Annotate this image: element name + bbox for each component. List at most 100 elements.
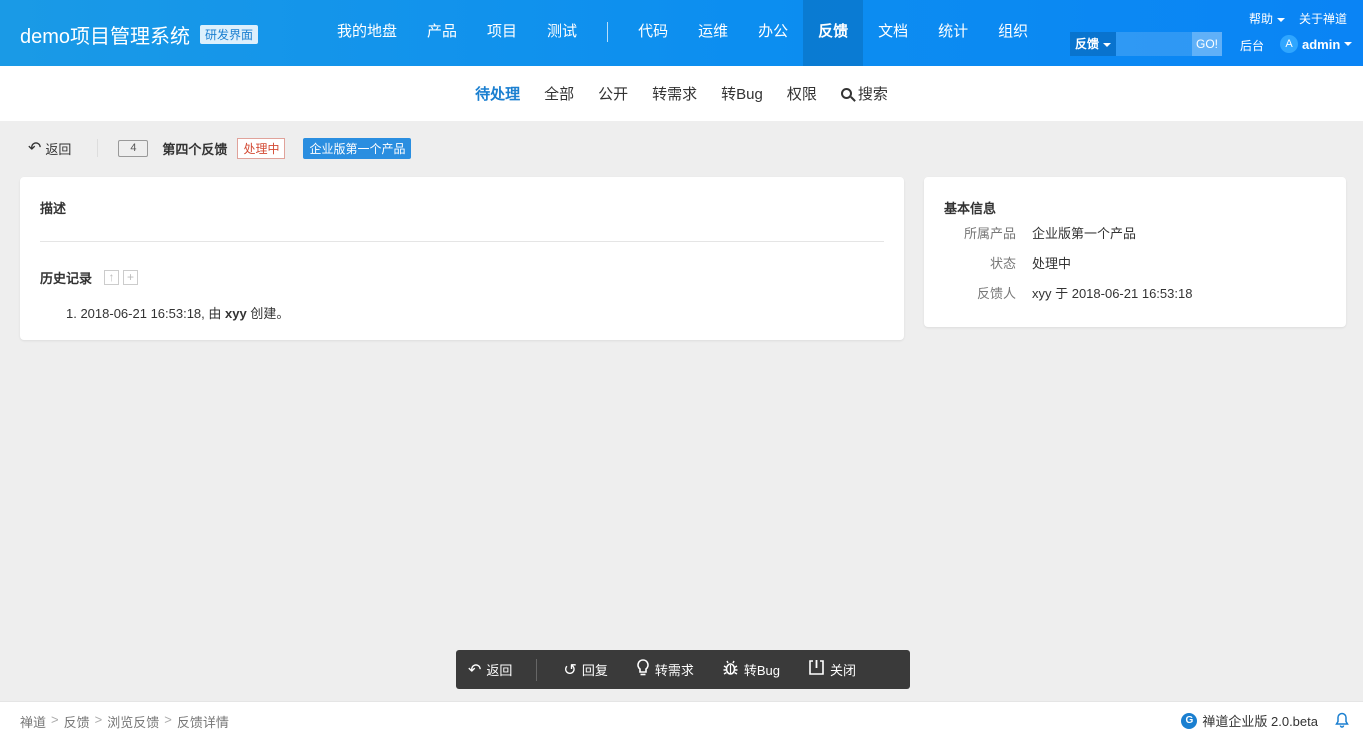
back-button[interactable]: ↶ 返回 bbox=[20, 138, 79, 158]
action-reply-label: 回复 bbox=[581, 663, 608, 678]
search-type-select[interactable]: 反馈 bbox=[1070, 32, 1116, 56]
breadcrumb-separator: > bbox=[164, 712, 172, 727]
info-value: 企业版第一个产品 bbox=[1032, 226, 1137, 241]
bug-icon bbox=[722, 659, 739, 681]
global-search: 反馈 GO! bbox=[1070, 32, 1222, 56]
info-row-submitter: 反馈人 xyy 于 2018-06-21 16:53:18 bbox=[944, 283, 1192, 302]
action-back-label: 返回 bbox=[486, 663, 513, 678]
footer: 禅道 > 反馈 > 浏览反馈 > 反馈详情 G 禅道企业版 2.0.beta bbox=[0, 701, 1363, 737]
top-links: 帮助 关于禅道 bbox=[1221, 10, 1347, 27]
action-to-story-label: 转需求 bbox=[654, 663, 694, 678]
main-panel: 描述 历史记录 ↑ + 1. 2018-06-21 16:53:18, 由 xy… bbox=[20, 177, 904, 340]
brand[interactable]: demo项目管理系统 研发界面 bbox=[20, 20, 259, 49]
info-label: 所属产品 bbox=[963, 226, 1016, 241]
subnav-to-story[interactable]: 转需求 bbox=[652, 83, 697, 104]
history-header: 历史记录 ↑ + bbox=[40, 268, 142, 287]
title-bar: ↶ 返回 4 第四个反馈 处理中 企业版第一个产品 bbox=[20, 136, 412, 160]
history-action: 创建。 bbox=[246, 306, 290, 321]
info-row-product: 所属产品 企业版第一个产品 bbox=[944, 223, 1136, 242]
breadcrumb-separator: > bbox=[94, 712, 103, 727]
nav-office[interactable]: 办公 bbox=[743, 0, 803, 66]
feedback-id: 4 bbox=[118, 139, 149, 157]
nav-stats[interactable]: 统计 bbox=[923, 0, 983, 66]
subnav-public[interactable]: 公开 bbox=[598, 83, 628, 104]
nav-feedback[interactable]: 反馈 bbox=[803, 0, 864, 66]
user-menu[interactable]: A admin bbox=[1280, 35, 1353, 53]
avatar: A bbox=[1280, 35, 1298, 53]
info-value: xyy 于 2018-06-21 16:53:18 bbox=[1032, 286, 1193, 301]
subnav-pending[interactable]: 待处理 bbox=[475, 83, 520, 104]
action-to-bug-button[interactable]: 转Bug bbox=[722, 659, 780, 681]
subnav-search[interactable]: 搜索 bbox=[840, 83, 888, 104]
nav-code[interactable]: 代码 bbox=[623, 0, 683, 66]
history-heading: 历史记录 bbox=[40, 271, 93, 286]
help-menu[interactable]: 帮助 bbox=[1235, 10, 1285, 27]
action-to-story-button[interactable]: 转需求 bbox=[636, 658, 694, 681]
basic-info-panel: 基本信息 所属产品 企业版第一个产品 状态 处理中 反馈人 xyy 于 2018… bbox=[924, 177, 1346, 327]
info-label: 状态 bbox=[989, 256, 1016, 271]
sort-up-icon[interactable]: ↑ bbox=[104, 270, 120, 285]
interface-badge[interactable]: 研发界面 bbox=[200, 25, 259, 44]
breadcrumb-browse[interactable]: 浏览反馈 bbox=[107, 712, 159, 731]
nav-divider bbox=[607, 22, 609, 42]
action-to-bug-label: 转Bug bbox=[743, 663, 780, 678]
product-badge: 企业版第一个产品 bbox=[303, 137, 412, 159]
search-icon bbox=[840, 88, 852, 99]
history-item: 1. 2018-06-21 16:53:18, 由 xyy 创建。 bbox=[66, 303, 289, 322]
nav-project[interactable]: 项目 bbox=[472, 0, 532, 66]
divider bbox=[536, 658, 538, 681]
expand-plus-icon[interactable]: + bbox=[123, 270, 139, 285]
breadcrumb: 禅道 > 反馈 > 浏览反馈 > 反馈详情 bbox=[20, 712, 229, 731]
undo-icon: ↶ bbox=[28, 140, 42, 157]
version-label: 禅道企业版 2.0.beta bbox=[1202, 714, 1318, 729]
status-badge: 处理中 bbox=[237, 137, 286, 159]
action-close-label: 关闭 bbox=[830, 663, 857, 678]
zentao-logo-icon: G bbox=[1181, 712, 1198, 729]
basic-info-heading: 基本信息 bbox=[944, 201, 997, 216]
page-title: 第四个反馈 bbox=[162, 141, 228, 157]
subnav-to-bug[interactable]: 转Bug bbox=[721, 83, 763, 104]
action-reply-button[interactable]: ↺ 回复 bbox=[563, 660, 607, 680]
brand-name[interactable]: demo项目管理系统 bbox=[20, 20, 190, 49]
user-name: admin bbox=[1302, 36, 1341, 52]
description-heading: 描述 bbox=[40, 201, 67, 216]
breadcrumb-feedback[interactable]: 反馈 bbox=[64, 712, 90, 731]
top-header: demo项目管理系统 研发界面 我的地盘 产品 项目 测试 代码 运维 办公 反… bbox=[0, 0, 1363, 66]
nav-ops[interactable]: 运维 bbox=[683, 0, 743, 66]
subnav-all[interactable]: 全部 bbox=[544, 83, 574, 104]
info-label: 反馈人 bbox=[976, 286, 1016, 301]
admin-link[interactable]: 后台 bbox=[1240, 37, 1264, 54]
nav-test[interactable]: 测试 bbox=[532, 0, 592, 66]
divider bbox=[97, 139, 99, 157]
action-bar: ↶ 返回 ↺ 回复 转需求 转Bug 关闭 bbox=[456, 650, 910, 689]
breadcrumb-separator: > bbox=[51, 712, 59, 727]
refresh-icon: ↺ bbox=[563, 661, 577, 679]
nav-org[interactable]: 组织 bbox=[983, 0, 1043, 66]
breadcrumb-home[interactable]: 禅道 bbox=[20, 712, 46, 731]
chevron-down-icon bbox=[1276, 17, 1285, 22]
action-back-button[interactable]: ↶ 返回 bbox=[468, 660, 512, 680]
help-label: 帮助 bbox=[1248, 12, 1273, 26]
power-icon bbox=[808, 659, 825, 681]
divider bbox=[40, 241, 884, 242]
info-row-status: 状态 处理中 bbox=[944, 253, 1071, 272]
subnav-permission[interactable]: 权限 bbox=[787, 83, 817, 104]
nav-product[interactable]: 产品 bbox=[412, 0, 472, 66]
back-label: 返回 bbox=[45, 141, 72, 157]
main-nav: 我的地盘 产品 项目 测试 代码 运维 办公 反馈 文档 统计 组织 bbox=[322, 0, 1043, 66]
search-input[interactable] bbox=[1116, 32, 1192, 56]
version-link[interactable]: G 禅道企业版 2.0.beta bbox=[1181, 711, 1318, 730]
chevron-down-icon bbox=[1344, 42, 1353, 46]
bell-icon[interactable] bbox=[1335, 712, 1349, 732]
sub-nav: 待处理 全部 公开 转需求 转Bug 权限 搜索 bbox=[0, 66, 1363, 121]
undo-icon: ↶ bbox=[468, 661, 482, 679]
nav-my-dashboard[interactable]: 我的地盘 bbox=[322, 0, 412, 66]
lightbulb-icon bbox=[636, 658, 650, 681]
nav-doc[interactable]: 文档 bbox=[863, 0, 923, 66]
search-go-button[interactable]: GO! bbox=[1192, 32, 1222, 56]
action-close-button[interactable]: 关闭 bbox=[808, 659, 856, 681]
breadcrumb-detail: 反馈详情 bbox=[176, 715, 229, 730]
history-user: xyy bbox=[225, 306, 247, 321]
search-type-label: 反馈 bbox=[1075, 37, 1100, 51]
about-link[interactable]: 关于禅道 bbox=[1299, 10, 1347, 27]
